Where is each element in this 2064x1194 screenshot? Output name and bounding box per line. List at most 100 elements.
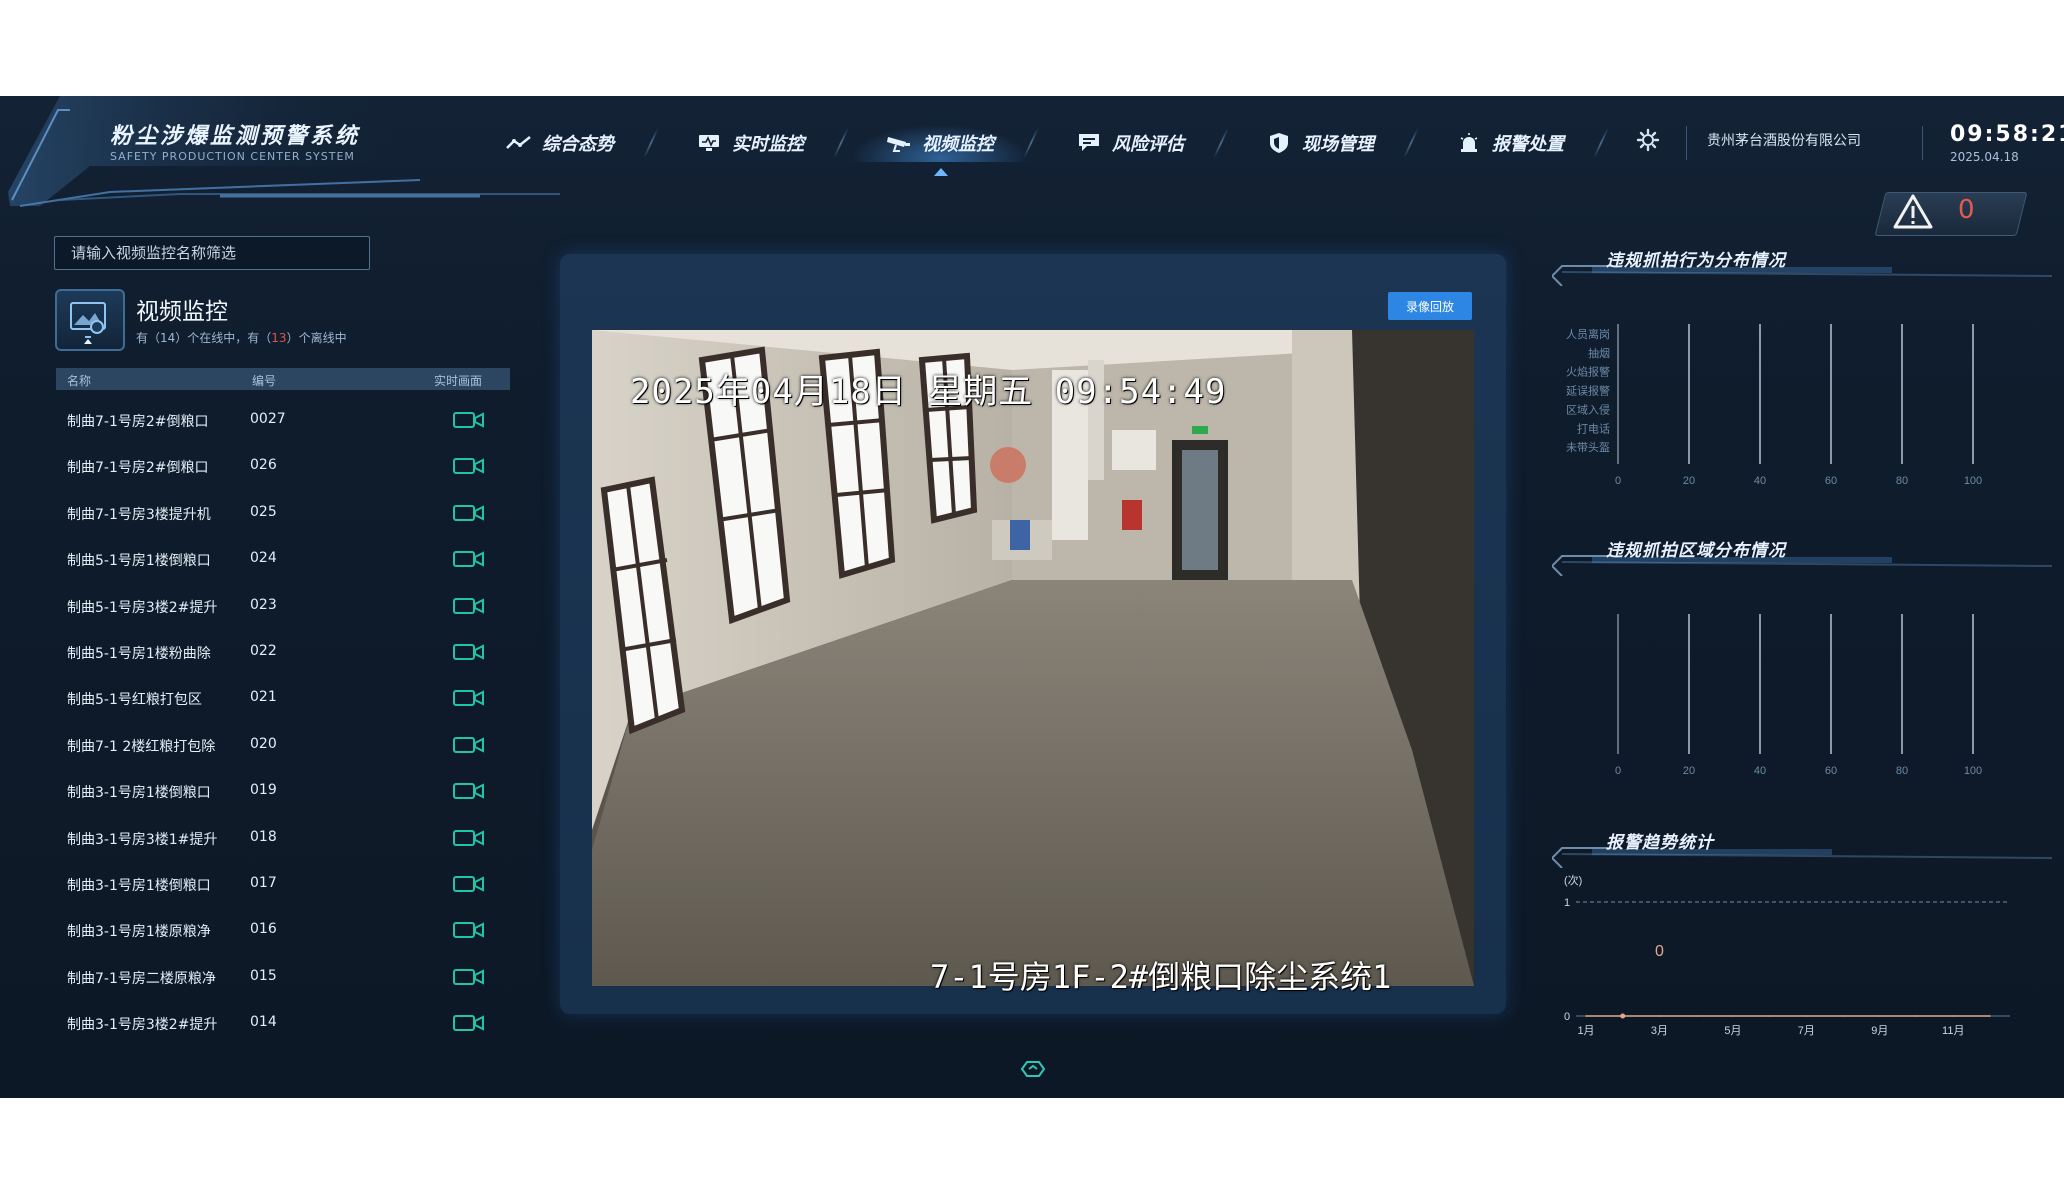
live-video-icon[interactable] [453, 875, 485, 893]
trend-point [1768, 1015, 1771, 1017]
live-video-icon[interactable] [453, 921, 485, 939]
camera-icon [886, 132, 912, 154]
camera-code: 020 [250, 735, 277, 752]
camera-table-row[interactable]: 制曲5-1号红粮打包区 021 [56, 675, 510, 721]
camera-table-row[interactable]: 制曲3-1号房3楼1#提升 018 [56, 815, 510, 861]
collapse-toggle-icon[interactable] [1020, 1060, 1046, 1078]
shield-icon [1266, 132, 1292, 154]
live-video-icon[interactable] [453, 736, 485, 754]
camera-code: 016 [250, 921, 277, 938]
trend-point [1842, 1015, 1844, 1017]
camera-video-feed[interactable] [592, 330, 1474, 986]
trend-point [1620, 1013, 1626, 1019]
nav-tab-label: 综合态势 [542, 134, 614, 155]
live-video-icon[interactable] [453, 411, 485, 429]
column-header-code: 编号 [252, 374, 277, 388]
behavior-distribution-title: 违规抓拍行为分布情况 [1606, 251, 1786, 271]
nav-tab-label: 现场管理 [1302, 134, 1374, 155]
y-tick-label: 0 [1564, 1011, 1570, 1023]
camera-code: 018 [250, 828, 277, 845]
category-label: 人员离岗 [1566, 327, 1610, 341]
x-tick-label: 3月 [1651, 1025, 1668, 1037]
camera-search-input[interactable] [54, 236, 370, 270]
x-tick-label: 11月 [1942, 1025, 1964, 1037]
nav-tab-site[interactable]: 现场管理 [1230, 124, 1410, 162]
camera-table-row[interactable]: 制曲5-1号房1楼倒粮口 024 [56, 536, 510, 582]
camera-table-row[interactable]: 制曲5-1号房3楼2#提升 023 [56, 583, 510, 629]
trend-point [1585, 1015, 1587, 1017]
nav-tab-alarm[interactable]: 报警处置 [1420, 124, 1600, 162]
clock-date: 2025.04.18 [1950, 150, 2019, 164]
video-osd-camera-label: 7-1号房1F-2#倒粮口除尘系统1 [930, 958, 1392, 996]
x-tick-label: 5月 [1724, 1025, 1741, 1037]
live-video-icon[interactable] [453, 829, 485, 847]
category-label: 抽烟 [1588, 346, 1610, 360]
camera-name: 制曲5-1号房1楼倒粮口 [67, 553, 211, 570]
camera-code: 025 [250, 503, 277, 520]
camera-table-row[interactable]: 制曲7-1号房2#倒粮口 026 [56, 443, 510, 489]
alarm-trend-chart: (次)011月 3月 5月 7月 9月 11月0 [1564, 873, 2010, 1037]
camera-name: 制曲7-1 2楼红粮打包除 [67, 738, 216, 755]
camera-table-row[interactable]: 制曲3-1号房1楼倒粮口 017 [56, 861, 510, 907]
trend-point [1915, 1015, 1918, 1017]
category-label: 延误报警 [1566, 384, 1610, 398]
camera-name: 制曲3-1号房1楼原粮净 [67, 924, 211, 941]
camera-table-row[interactable]: 制曲7-1号房3楼提升机 025 [56, 490, 510, 536]
live-video-icon[interactable] [453, 968, 485, 986]
category-label: 未带头盔 [1566, 440, 1610, 454]
live-video-icon[interactable] [453, 643, 485, 661]
camera-table-row[interactable]: 制曲3-1号房3楼2#提升 014 [56, 1000, 510, 1046]
video-osd-timestamp: 2025年04月18日 星期五 09:54:49 [630, 372, 1227, 412]
camera-name: 制曲3-1号房1楼倒粮口 [67, 878, 211, 894]
system-subtitle: SAFETY PRODUCTION CENTER SYSTEM [110, 150, 355, 163]
nav-tab-label: 报警处置 [1492, 134, 1564, 155]
trend-point [1879, 1015, 1881, 1017]
category-label: 火焰报警 [1566, 365, 1610, 379]
camera-code: 026 [250, 457, 277, 474]
system-title: 粉尘涉爆监测预警系统 [110, 124, 361, 149]
camera-table-row[interactable]: 制曲7-1号房2#倒粮口 0027 [56, 397, 510, 443]
x-tick-label: 80 [1896, 765, 1908, 777]
nav-tab-label: 视频监控 [922, 134, 994, 155]
x-tick-label: 9月 [1871, 1025, 1888, 1037]
camera-code: 014 [250, 1014, 277, 1031]
camera-code: 019 [250, 782, 277, 799]
camera-name: 制曲5-1号房3楼2#提升 [67, 599, 218, 616]
live-video-icon[interactable] [453, 457, 485, 475]
live-video-icon[interactable] [453, 597, 485, 615]
live-video-icon[interactable] [453, 689, 485, 707]
app-screen: 粉尘涉爆监测预警系统 SAFETY PRODUCTION CENTER SYST… [0, 96, 2064, 1098]
nav-tab-video[interactable]: 视频监控 [850, 124, 1030, 162]
warning-triangle-icon [1893, 194, 1933, 229]
live-video-icon[interactable] [453, 1014, 485, 1032]
camera-name: 制曲3-1号房3楼1#提升 [67, 831, 218, 848]
camera-code: 017 [250, 875, 277, 891]
monitor-icon [696, 132, 722, 154]
camera-table-row[interactable]: 制曲7-1 2楼红粮打包除 020 [56, 722, 510, 768]
x-tick-label: 20 [1683, 765, 1695, 777]
column-header-live: 实时画面 [434, 374, 483, 388]
x-tick-label: 80 [1896, 475, 1908, 487]
camera-table-row[interactable]: 制曲3-1号房1楼倒粮口 019 [56, 768, 510, 814]
nav-tab-overview[interactable]: 综合态势 [470, 124, 650, 162]
data-label: 0 [1655, 943, 1664, 960]
x-tick-label: 100 [1964, 765, 1982, 777]
camera-table-row[interactable]: 制曲7-1号房二楼原粮净 015 [56, 954, 510, 1000]
playback-button[interactable]: 录像回放 [1388, 292, 1472, 320]
camera-table-row[interactable]: 制曲5-1号房1楼粉曲除 022 [56, 629, 510, 675]
nav-tab-realtime[interactable]: 实时监控 [660, 124, 840, 162]
camera-name: 制曲3-1号房3楼2#提升 [67, 1017, 218, 1034]
nav-tab-risk[interactable]: 风险评估 [1040, 124, 1220, 162]
live-video-icon[interactable] [453, 782, 485, 800]
trend-point [1732, 1015, 1734, 1017]
camera-table-row[interactable]: 制曲3-1号房1楼原粮净 016 [56, 907, 510, 953]
nav-tab-label: 实时监控 [732, 134, 804, 155]
live-video-icon[interactable] [453, 550, 485, 568]
trend-point [1952, 1015, 1955, 1017]
camera-code: 022 [250, 643, 277, 659]
category-label: 区域入侵 [1566, 403, 1610, 416]
clock-time: 09:58:21 [1950, 122, 2064, 147]
settings-gear-icon[interactable] [1636, 128, 1660, 152]
live-video-icon[interactable] [453, 504, 485, 522]
status-suffix: ）个离线中 [286, 331, 347, 345]
